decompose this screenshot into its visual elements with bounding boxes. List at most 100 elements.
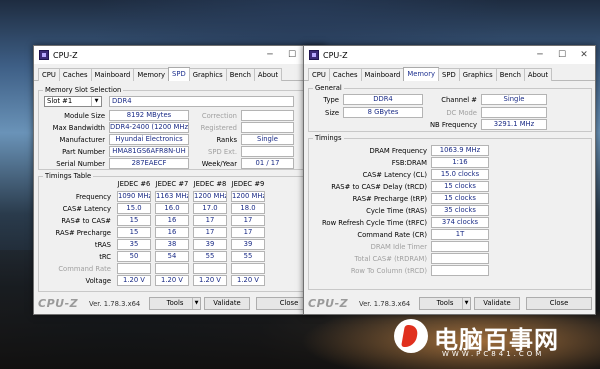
validate-button[interactable]: Validate	[204, 297, 250, 310]
part-number-value: HMA81GS6AFR8N-UH	[109, 146, 189, 157]
module-size-label: Module Size	[64, 112, 105, 120]
timing-cell: 38	[155, 239, 189, 250]
validate-button[interactable]: Validate	[474, 297, 520, 310]
week-year-label: Week/Year	[201, 160, 237, 168]
tab-mainboard[interactable]: Mainboard	[90, 68, 135, 81]
cpuz-brand-logo: CPU-Z	[308, 297, 349, 310]
timing-row-value: 15 clocks	[431, 193, 489, 204]
slot-select[interactable]: Slot #1 ▼	[44, 96, 102, 107]
maximize-button[interactable]: ☐	[281, 46, 303, 64]
tab-caches[interactable]: Caches	[328, 68, 362, 81]
timings-group: Timings DRAM Frequency 1063.9 MHz FSB:DRAM…	[308, 134, 592, 290]
close-button[interactable]: Close	[526, 297, 592, 310]
module-size-value: 8192 MBytes	[109, 110, 189, 121]
timing-cell: 17	[193, 227, 227, 238]
pc841-logo-icon	[394, 319, 428, 353]
tab-mainboard[interactable]: Mainboard	[360, 68, 405, 81]
timing-cell	[155, 263, 189, 274]
manufacturer-value: Hyundai Electronics	[109, 134, 189, 145]
tab-caches[interactable]: Caches	[58, 68, 92, 81]
tab-memory[interactable]: Memory	[133, 68, 170, 81]
timing-row-label: Voltage	[85, 277, 112, 285]
close-window-button[interactable]: ✕	[573, 46, 595, 64]
timing-cell: 1.20 V	[155, 275, 189, 286]
type-label: Type	[323, 96, 339, 104]
timing-cell: 16.0	[155, 203, 189, 214]
timing-row-value: 1063.9 MHz	[431, 145, 489, 156]
ranks-label: Ranks	[216, 136, 237, 144]
slot-select-value: Slot #1	[47, 97, 73, 105]
timing-row-label: Row Refresh Cycle Time (tRFC)	[322, 219, 427, 227]
timing-cell: 55	[193, 251, 227, 262]
timing-cell: 1.20 V	[193, 275, 227, 286]
group-title: Memory Slot Selection	[43, 86, 124, 94]
spd-ext-value	[241, 146, 294, 157]
footer-bar: CPU-Z Ver. 1.78.3.x64 Tools ▼ Validate C…	[34, 294, 325, 314]
tab-spd[interactable]: SPD	[168, 67, 190, 81]
cpuz-window-spd: CPU-Z ─ ☐ ✕ CPU Caches Mainboard Memory …	[33, 45, 326, 315]
part-number-label: Part Number	[62, 148, 105, 156]
timings-table-group: Timings Table JEDEC #6 JEDEC #7 JEDEC #8…	[38, 172, 322, 292]
max-bandwidth-label: Max Bandwidth	[52, 124, 105, 132]
title-bar[interactable]: CPU-Z ─ ☐ ✕	[304, 46, 595, 64]
timing-cell: 1090 MHz	[117, 191, 151, 202]
timing-row-value: 1T	[431, 229, 489, 240]
correction-value	[241, 110, 294, 121]
timing-row-label: CAS# Latency	[62, 205, 111, 213]
maximize-button[interactable]: ☐	[551, 46, 573, 64]
channel-label: Channel #	[441, 96, 477, 104]
nb-frequency-value: 3291.1 MHz	[481, 119, 547, 130]
timing-row-label: RAS# to CAS# Delay (tRCD)	[331, 183, 427, 191]
window-title: CPU-Z	[53, 50, 78, 60]
window-title: CPU-Z	[323, 50, 348, 60]
tools-dropdown-button[interactable]: Tools ▼	[419, 297, 471, 310]
chevron-down-icon: ▼	[91, 97, 101, 106]
dc-mode-value	[481, 107, 547, 118]
timing-row-label: Frequency	[75, 193, 111, 201]
cpuz-app-icon	[309, 50, 319, 60]
jedec-header: JEDEC #6	[117, 180, 151, 188]
timing-cell: 17	[231, 227, 265, 238]
timing-row-label: FSB:DRAM	[391, 159, 427, 167]
title-bar[interactable]: CPU-Z ─ ☐ ✕	[34, 46, 325, 64]
minimize-button[interactable]: ─	[529, 46, 551, 64]
timing-row-value	[431, 253, 489, 264]
timing-row-label: RAS# to CAS#	[61, 217, 111, 225]
timing-row-value: 374 clocks	[431, 217, 489, 228]
tab-about[interactable]: About	[253, 68, 283, 81]
dc-mode-label: DC Mode	[446, 109, 477, 117]
cpuz-app-icon	[39, 50, 49, 60]
serial-number-value: 287EAECF	[109, 158, 189, 169]
timing-row-label: CAS# Latency (CL)	[362, 171, 427, 179]
tab-graphics[interactable]: Graphics	[188, 68, 227, 81]
serial-number-label: Serial Number	[56, 160, 105, 168]
tab-bench[interactable]: Bench	[495, 68, 525, 81]
timing-row-value: 1:16	[431, 157, 489, 168]
tab-graphics[interactable]: Graphics	[458, 68, 497, 81]
jedec-header: JEDEC #8	[193, 180, 227, 188]
tools-dropdown-button[interactable]: Tools ▼	[149, 297, 201, 310]
tab-memory[interactable]: Memory	[403, 67, 440, 81]
tab-about[interactable]: About	[523, 68, 553, 81]
version-label: Ver. 1.78.3.x64	[359, 300, 411, 308]
group-title: Timings Table	[43, 172, 94, 180]
timing-row-label: DRAM Idle Timer	[370, 243, 427, 251]
spd-ext-label: SPD Ext.	[208, 148, 237, 156]
tab-bench[interactable]: Bench	[225, 68, 255, 81]
group-title: General	[313, 84, 344, 92]
minimize-button[interactable]: ─	[259, 46, 281, 64]
timing-cell: 17	[193, 215, 227, 226]
tab-spd[interactable]: SPD	[438, 68, 460, 81]
timing-cell: 1163 MHz	[155, 191, 189, 202]
tab-cpu[interactable]: CPU	[308, 68, 330, 81]
timing-cell: 15	[117, 227, 151, 238]
tab-cpu[interactable]: CPU	[38, 68, 60, 81]
timing-cell: 39	[193, 239, 227, 250]
timing-row-label: tRAS	[94, 241, 111, 249]
timing-row-label: DRAM Frequency	[369, 147, 427, 155]
timing-row-label: Cycle Time (tRAS)	[366, 207, 427, 215]
jedec-header: JEDEC #9	[231, 180, 265, 188]
cpuz-window-memory: CPU-Z ─ ☐ ✕ CPU Caches Mainboard Memory …	[303, 45, 596, 315]
timing-row-value: 15.0 clocks	[431, 169, 489, 180]
type-value: DDR4	[343, 94, 423, 105]
